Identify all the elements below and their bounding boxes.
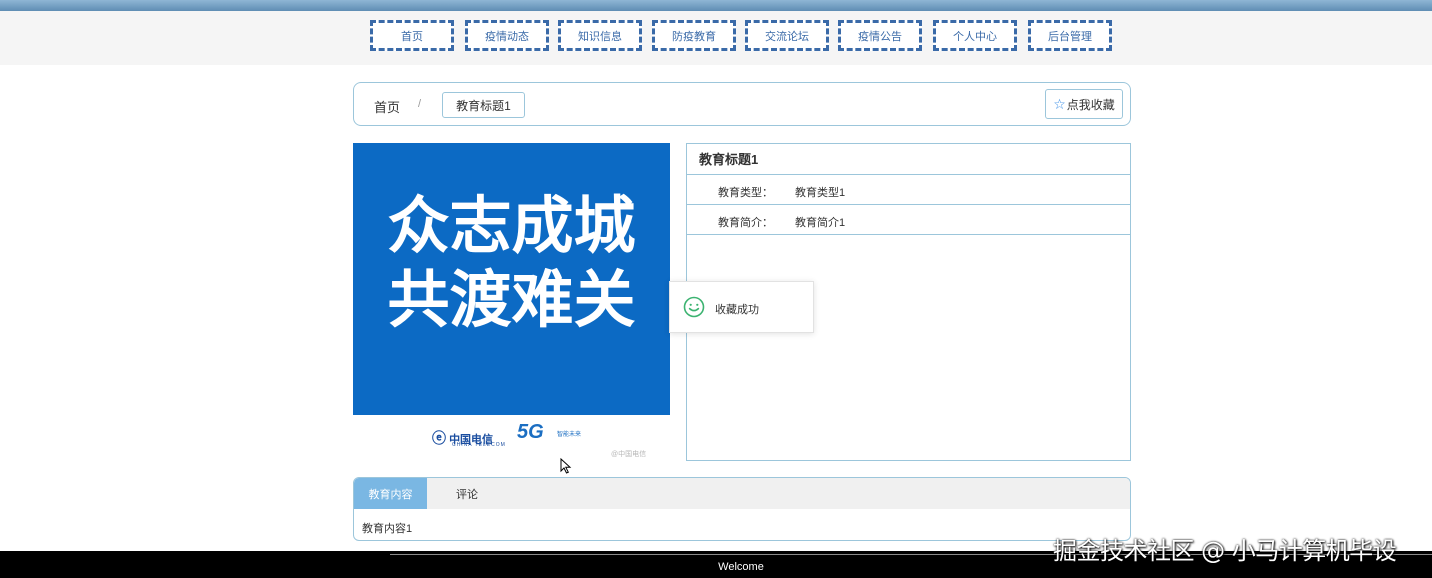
education-type-row: 教育类型： 教育类型1 (687, 175, 1130, 205)
nav-item-personal-center[interactable]: 个人中心 (933, 20, 1017, 51)
poster-headline: 众志成城 共渡难关 (353, 189, 670, 337)
education-poster-image: 众志成城 共渡难关 ⓔ 中国电信 CHINA TELECOM 5G 智能未来 @… (353, 143, 670, 461)
star-icon: ☆ (1053, 95, 1066, 112)
poster-credit: @中国电信 (611, 451, 647, 458)
smile-icon (683, 296, 705, 318)
education-title: 教育标题1 (687, 144, 1130, 175)
education-summary-value: 教育简介1 (795, 217, 846, 229)
poster-line-1: 众志成城 (387, 189, 636, 262)
nav-item-admin[interactable]: 后台管理 (1028, 20, 1112, 51)
tab-comments[interactable]: 评论 (427, 478, 507, 509)
breadcrumb-home-link[interactable]: 首页 (374, 97, 400, 116)
top-accent-bar (0, 0, 1432, 11)
poster-slogan: 智能未来 (557, 432, 582, 438)
education-type-value: 教育类型1 (795, 187, 846, 199)
tab-education-content[interactable]: 教育内容 (354, 478, 427, 509)
main-nav: 首页 疫情动态 知识信息 防疫教育 交流论坛 疫情公告 个人中心 后台管理 (0, 11, 1432, 65)
breadcrumb-current: 教育标题1 (442, 92, 525, 118)
poster-line-2: 共渡难关 (387, 263, 636, 336)
nav-item-home[interactable]: 首页 (370, 20, 454, 51)
breadcrumb: 首页 / 教育标题1 ☆ 点我收藏 (353, 82, 1131, 126)
5g-logo: 5G (517, 421, 544, 443)
tabs-header: 教育内容 评论 (354, 478, 1130, 509)
nav-item-prevention-education[interactable]: 防疫教育 (652, 20, 736, 51)
education-type-label: 教育类型： (718, 187, 773, 199)
favorite-button[interactable]: ☆ 点我收藏 (1045, 89, 1123, 119)
nav-item-announcements[interactable]: 疫情公告 (838, 20, 922, 51)
china-telecom-subtitle: CHINA TELECOM (452, 442, 506, 448)
nav-item-epidemic-news[interactable]: 疫情动态 (465, 20, 549, 51)
nav-item-forum[interactable]: 交流论坛 (745, 20, 829, 51)
education-summary-label: 教育简介： (718, 217, 773, 229)
success-toast: 收藏成功 (669, 281, 814, 333)
nav-item-knowledge[interactable]: 知识信息 (558, 20, 642, 51)
content-tabs: 教育内容 评论 教育内容1 (353, 477, 1131, 541)
toast-message: 收藏成功 (715, 304, 759, 316)
breadcrumb-separator: / (418, 98, 422, 110)
overlay-watermark: 掘金技术社区 @ 小马计算机毕设 (1053, 537, 1397, 565)
mouse-cursor-icon (560, 458, 572, 474)
favorite-button-label: 点我收藏 (1066, 97, 1115, 112)
poster-banner: 众志成城 共渡难关 (353, 143, 670, 415)
poster-footer: ⓔ 中国电信 CHINA TELECOM 5G 智能未来 @中国电信 (353, 415, 670, 461)
tab-content-text: 教育内容1 (362, 523, 413, 535)
education-summary-row: 教育简介： 教育简介1 (687, 205, 1130, 235)
